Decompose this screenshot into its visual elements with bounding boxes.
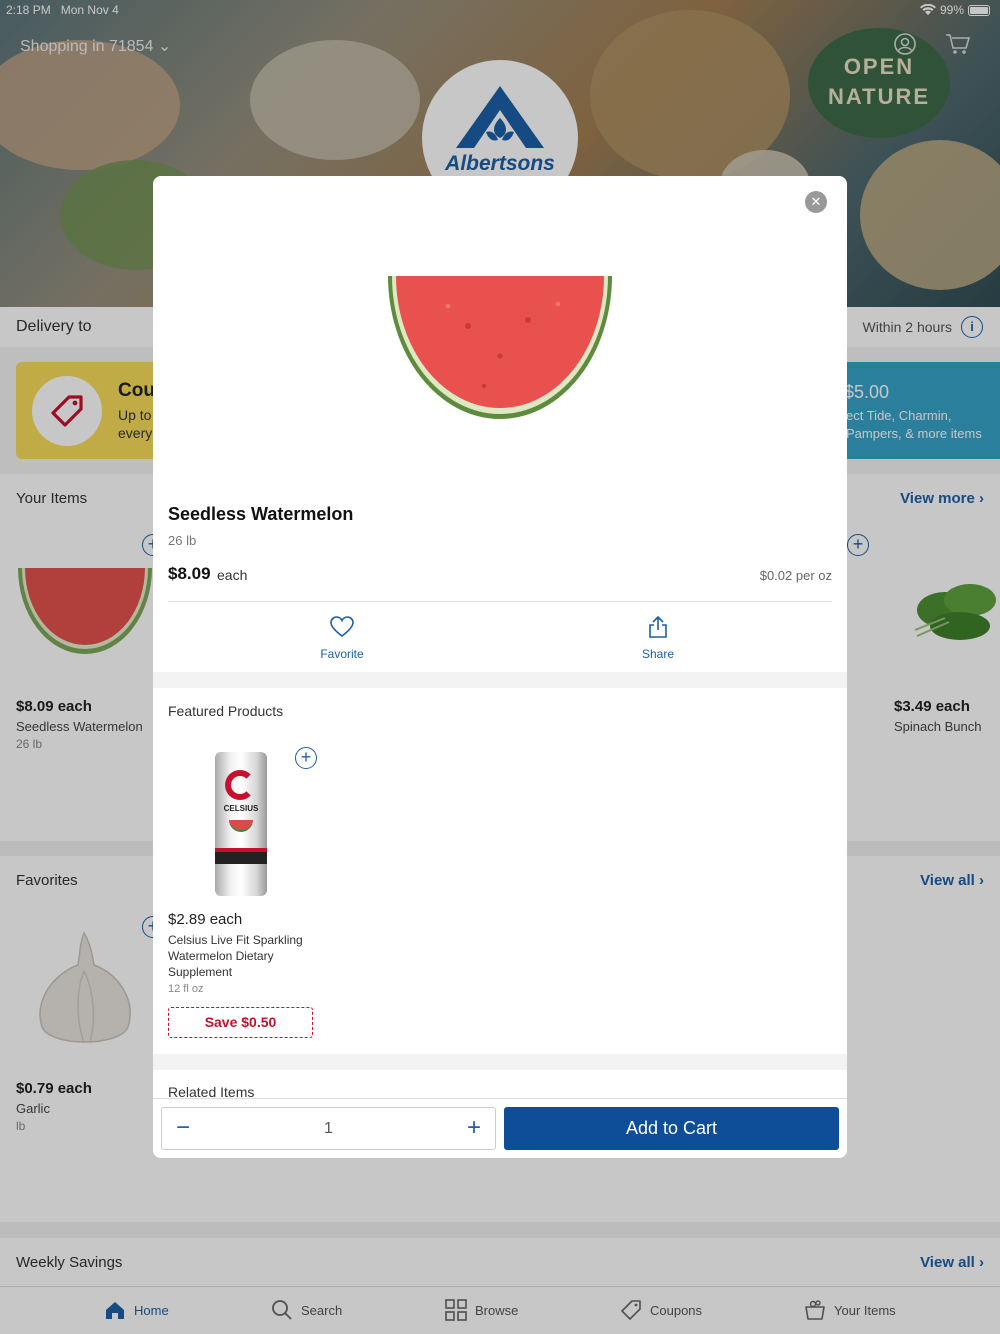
quantity-stepper: − 1 + (161, 1107, 496, 1150)
close-button[interactable]: ✕ (805, 191, 827, 213)
save-coupon-button[interactable]: Save $0.50 (168, 1007, 313, 1038)
product-detail-modal: ✕ Seedless Watermelon 26 lb $8.09 each $… (153, 176, 847, 1158)
celsius-logo (225, 770, 255, 800)
featured-products-title: Featured Products (168, 703, 284, 719)
share-icon (649, 616, 667, 638)
decrease-quantity-button[interactable]: − (168, 1114, 198, 1144)
section-gap (153, 672, 847, 688)
section-gap (153, 1054, 847, 1070)
add-featured-button[interactable]: + (295, 747, 317, 769)
product-unit-price: $0.02 per oz (759, 568, 832, 583)
product-image (388, 276, 612, 419)
product-price-suffix: each (217, 567, 248, 583)
product-price: $8.09 (168, 564, 211, 583)
increase-quantity-button[interactable]: + (459, 1114, 489, 1144)
favorite-label: Favorite (320, 647, 364, 661)
featured-price: $2.89 each (168, 911, 243, 928)
share-button[interactable]: Share (598, 616, 718, 661)
cart-action-bar: − 1 + Add to Cart (153, 1098, 847, 1158)
close-icon: ✕ (810, 194, 822, 209)
can-brand-text: CELSIUS (223, 804, 259, 813)
add-to-cart-button[interactable]: Add to Cart (504, 1107, 839, 1150)
featured-name: Celsius Live Fit Sparkling Watermelon Di… (168, 933, 303, 979)
divider (168, 601, 832, 602)
quantity-value[interactable]: 1 (222, 1120, 435, 1138)
favorite-button[interactable]: Favorite (282, 616, 402, 661)
heart-icon (330, 616, 354, 638)
product-name: Seedless Watermelon (168, 504, 354, 524)
product-weight: 26 lb (168, 533, 197, 548)
celsius-can-image[interactable]: CELSIUS (215, 752, 267, 896)
share-label: Share (641, 647, 675, 661)
featured-unit: 12 fl oz (168, 983, 204, 995)
watermelon-graphic (229, 820, 253, 832)
can-band (215, 852, 267, 864)
